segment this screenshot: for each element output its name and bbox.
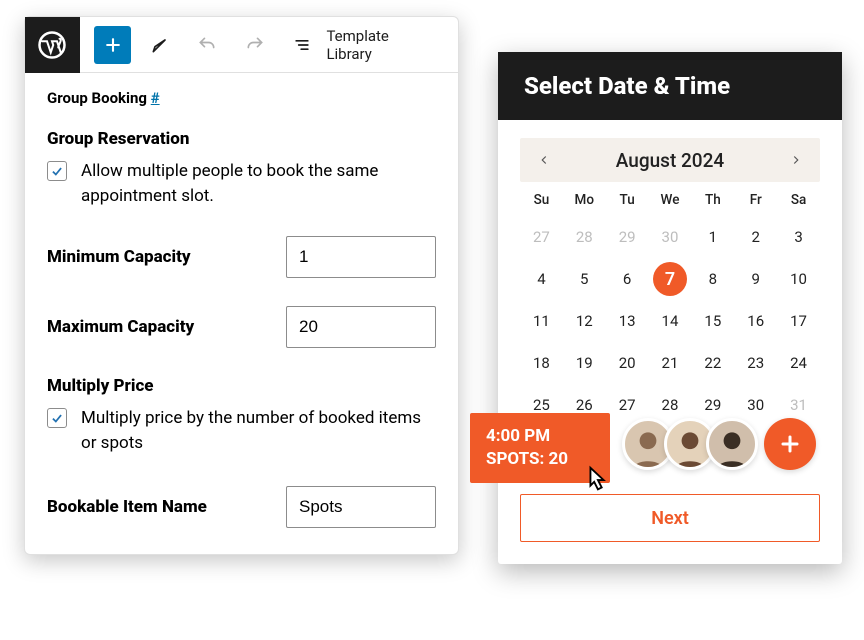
- template-library-link[interactable]: Template Library: [320, 27, 442, 63]
- avatar: [706, 418, 758, 470]
- calendar-day[interactable]: 29: [606, 220, 649, 254]
- calendar-day[interactable]: 28: [649, 388, 692, 422]
- calendar-day[interactable]: 7: [649, 262, 692, 296]
- calendar-day[interactable]: 31: [777, 388, 820, 422]
- calendar-day[interactable]: 22: [691, 346, 734, 380]
- add-person-button[interactable]: [764, 418, 816, 470]
- calendar-day[interactable]: 24: [777, 346, 820, 380]
- max-capacity-label: Maximum Capacity: [47, 317, 194, 337]
- next-month-button[interactable]: [782, 146, 810, 174]
- allow-multiple-label: Allow multiple people to book the same a…: [81, 159, 436, 208]
- cursor-icon: [582, 465, 612, 497]
- month-bar: August 2024: [520, 138, 820, 182]
- calendar-day[interactable]: 9: [734, 262, 777, 296]
- multiply-price-checkbox[interactable]: [47, 408, 67, 428]
- dow-label: Fr: [734, 192, 777, 212]
- calendar-day[interactable]: 23: [734, 346, 777, 380]
- calendar-day[interactable]: 27: [606, 388, 649, 422]
- list-view-icon[interactable]: [283, 26, 320, 64]
- dow-label: Tu: [606, 192, 649, 212]
- calendar-day[interactable]: 18: [520, 346, 563, 380]
- slot-time: 4:00 PM: [486, 425, 594, 448]
- dow-label: Mo: [563, 192, 606, 212]
- calendar-day[interactable]: 6: [606, 262, 649, 296]
- multiply-price-label: Multiply price by the number of booked i…: [81, 406, 436, 455]
- dow-label: We: [649, 192, 692, 212]
- editor-toolbar: Template Library: [25, 17, 458, 73]
- month-title: August 2024: [558, 149, 782, 172]
- multiply-price-heading: Multiply Price: [47, 376, 436, 396]
- calendar-day[interactable]: 21: [649, 346, 692, 380]
- calendar-day[interactable]: 5: [563, 262, 606, 296]
- dow-label: Th: [691, 192, 734, 212]
- wordpress-logo[interactable]: [25, 17, 80, 73]
- dow-label: Su: [520, 192, 563, 212]
- bookable-item-label: Bookable Item Name: [47, 497, 207, 517]
- calendar-day[interactable]: 10: [777, 262, 820, 296]
- calendar-day[interactable]: 4: [520, 262, 563, 296]
- editor-panel: Template Library Group Booking # Group R…: [24, 16, 459, 555]
- calendar-day[interactable]: 19: [563, 346, 606, 380]
- calendar-day[interactable]: 2: [734, 220, 777, 254]
- dow-label: Sa: [777, 192, 820, 212]
- calendar-day[interactable]: 8: [691, 262, 734, 296]
- group-reservation-heading: Group Reservation: [47, 129, 436, 149]
- date-panel: Select Date & Time August 2024 SuMoTuWeT…: [498, 52, 842, 564]
- calendar-day[interactable]: 16: [734, 304, 777, 338]
- calendar-day[interactable]: 3: [777, 220, 820, 254]
- calendar-day[interactable]: 1: [691, 220, 734, 254]
- calendar-day[interactable]: 11: [520, 304, 563, 338]
- calendar-day[interactable]: 27: [520, 220, 563, 254]
- breadcrumb-label: Group Booking: [47, 89, 147, 107]
- redo-button[interactable]: [236, 26, 273, 64]
- min-capacity-label: Minimum Capacity: [47, 247, 191, 267]
- editor-body: Group Booking # Group Reservation Allow …: [25, 73, 458, 554]
- calendar-day[interactable]: 28: [563, 220, 606, 254]
- undo-button[interactable]: [189, 26, 226, 64]
- breadcrumb-hash[interactable]: #: [151, 89, 160, 107]
- max-capacity-input[interactable]: [286, 306, 436, 348]
- calendar-day[interactable]: 30: [734, 388, 777, 422]
- calendar-day[interactable]: 15: [691, 304, 734, 338]
- min-capacity-input[interactable]: [286, 236, 436, 278]
- bookable-item-input[interactable]: [286, 486, 436, 528]
- calendar-day[interactable]: 20: [606, 346, 649, 380]
- add-block-button[interactable]: [94, 26, 131, 64]
- calendar-day[interactable]: 17: [777, 304, 820, 338]
- calendar-day[interactable]: 30: [649, 220, 692, 254]
- calendar-day[interactable]: 13: [606, 304, 649, 338]
- next-button[interactable]: Next: [520, 494, 820, 542]
- allow-multiple-checkbox[interactable]: [47, 161, 67, 181]
- date-panel-title: Select Date & Time: [498, 52, 842, 120]
- edit-icon[interactable]: [141, 26, 178, 64]
- slot-spots: SPOTS: 20: [486, 448, 594, 471]
- avatar-stack: [622, 418, 816, 470]
- breadcrumb: Group Booking #: [47, 89, 436, 107]
- prev-month-button[interactable]: [530, 146, 558, 174]
- calendar-grid: SuMoTuWeThFrSa27282930123456789101112131…: [520, 192, 820, 422]
- calendar-day[interactable]: 14: [649, 304, 692, 338]
- calendar-day[interactable]: 29: [691, 388, 734, 422]
- calendar-day[interactable]: 12: [563, 304, 606, 338]
